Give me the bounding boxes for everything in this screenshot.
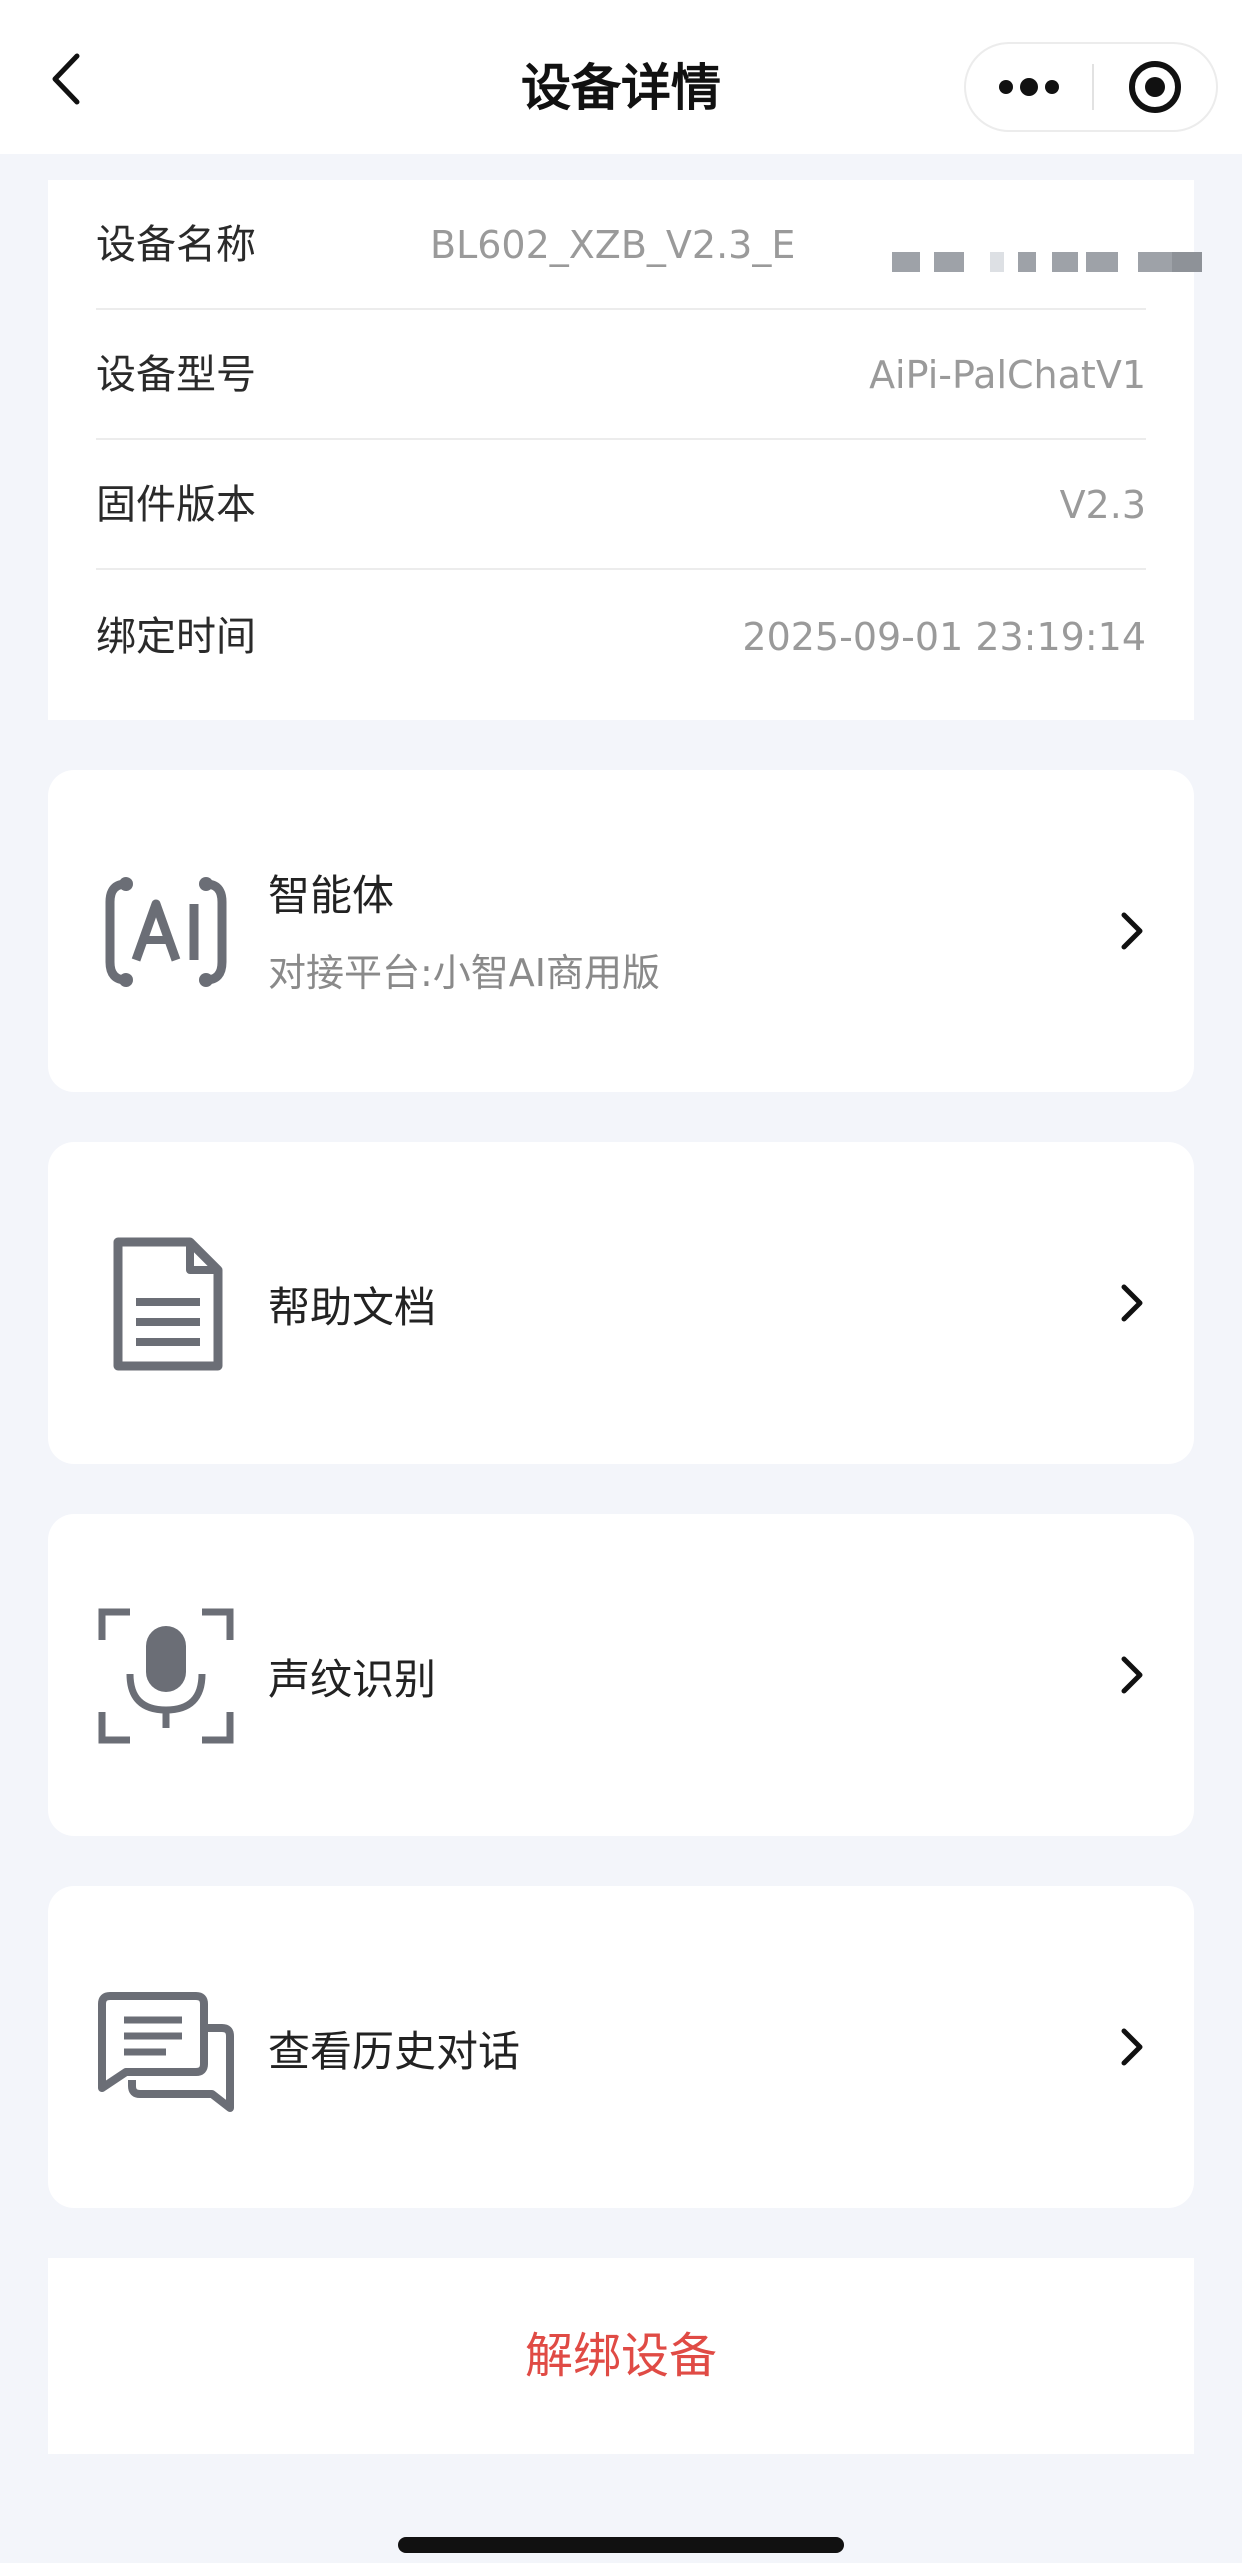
menu-item-agent[interactable]: 智能体 对接平台:小智AI商用版 (48, 770, 1194, 1092)
info-value-firmware-version: V2.3 (1059, 483, 1146, 527)
info-label: 固件版本 (96, 482, 256, 528)
info-row-firmware-version: 固件版本 V2.3 (96, 440, 1146, 570)
chevron-right-icon (1121, 2028, 1143, 2066)
menu-title-voiceprint: 声纹识别 (268, 1655, 437, 1704)
info-label: 设备型号 (96, 352, 256, 398)
menu-title-agent: 智能体 (268, 871, 395, 920)
info-value-device-name: BL602_XZB_V2.3_E (430, 223, 796, 267)
menu-item-history-chat[interactable]: 查看历史对话 (48, 1886, 1194, 2208)
chevron-left-icon (52, 53, 80, 105)
target-close-icon (1129, 61, 1181, 113)
unbind-device-label: 解绑设备 (524, 2328, 717, 2384)
menu-item-voiceprint[interactable]: 声纹识别 (48, 1514, 1194, 1836)
home-indicator (398, 2537, 844, 2553)
menu-title-history-chat: 查看历史对话 (268, 2027, 521, 2076)
menu-item-help-docs[interactable]: 帮助文档 (48, 1142, 1194, 1464)
chevron-right-icon (1121, 1656, 1143, 1694)
navbar: 设备详情 (0, 0, 1242, 154)
unbind-device-button[interactable]: 解绑设备 (48, 2258, 1194, 2454)
more-dots-icon (999, 78, 1059, 96)
menu-title-help-docs: 帮助文档 (268, 1283, 437, 1332)
menu-subtitle-agent: 对接平台:小智AI商用版 (268, 951, 661, 995)
device-info-card: 设备名称 BL602_XZB_V2.3_E 设备型号 AiPi-PalChatV… (48, 180, 1202, 720)
mini-program-capsule (964, 42, 1218, 132)
more-button[interactable] (966, 44, 1092, 130)
info-value-device-model: AiPi-PalChatV1 (869, 353, 1146, 397)
microphone-scan-icon (98, 1608, 234, 1744)
info-label: 绑定时间 (96, 614, 256, 660)
info-value-bind-time: 2025-09-01 23:19:14 (742, 615, 1146, 659)
chevron-right-icon (1121, 912, 1143, 950)
info-row-device-model: 设备型号 AiPi-PalChatV1 (96, 310, 1146, 440)
chevron-right-icon (1121, 1284, 1143, 1322)
info-row-bind-time: 绑定时间 2025-09-01 23:19:14 (96, 572, 1146, 702)
back-button[interactable] (40, 52, 94, 106)
info-label: 设备名称 (96, 222, 256, 268)
info-row-device-name: 设备名称 BL602_XZB_V2.3_E (96, 180, 1202, 310)
close-button[interactable] (1094, 44, 1216, 130)
chat-bubbles-icon (98, 1992, 234, 2112)
document-icon (113, 1237, 223, 1371)
ai-icon (105, 877, 227, 987)
